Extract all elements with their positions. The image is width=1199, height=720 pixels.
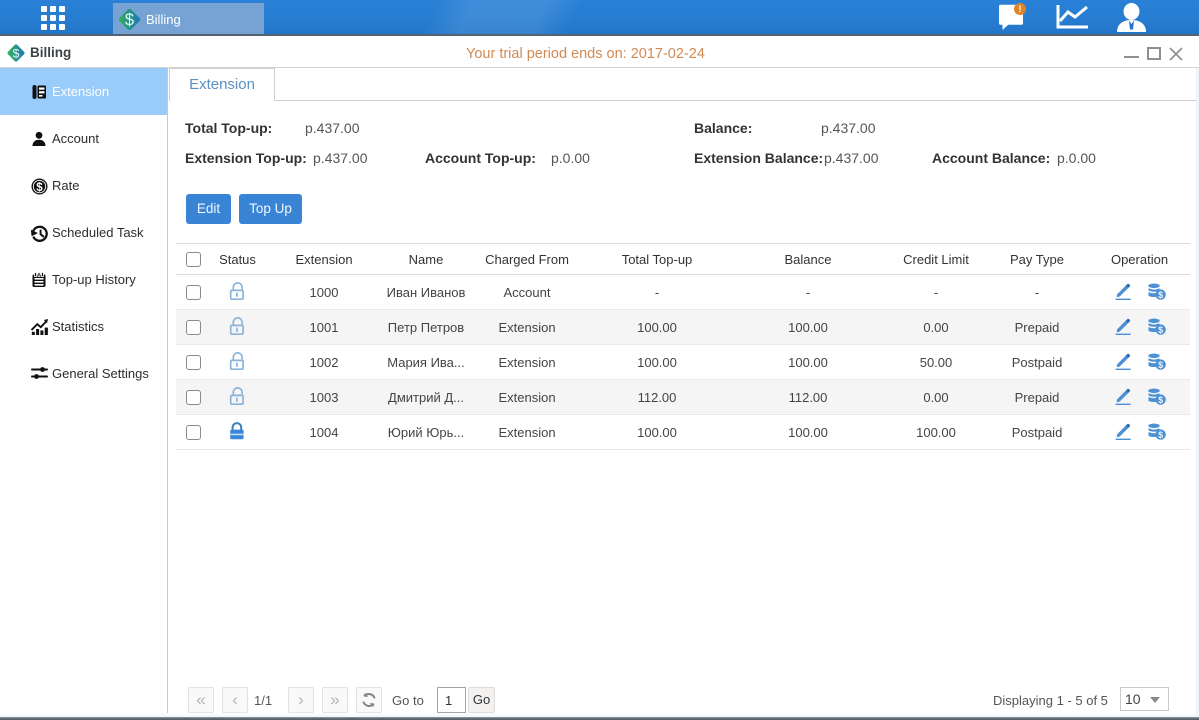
svg-text:$: $	[1158, 325, 1163, 335]
svg-text:$: $	[1158, 395, 1163, 405]
svg-text:$: $	[125, 11, 134, 29]
svg-text:$: $	[1158, 430, 1163, 440]
svg-text:!: !	[1018, 4, 1021, 14]
svg-text:$: $	[1158, 360, 1163, 370]
svg-text:$: $	[1158, 290, 1163, 300]
svg-text:$: $	[13, 46, 20, 60]
svg-text:$: $	[36, 182, 43, 194]
